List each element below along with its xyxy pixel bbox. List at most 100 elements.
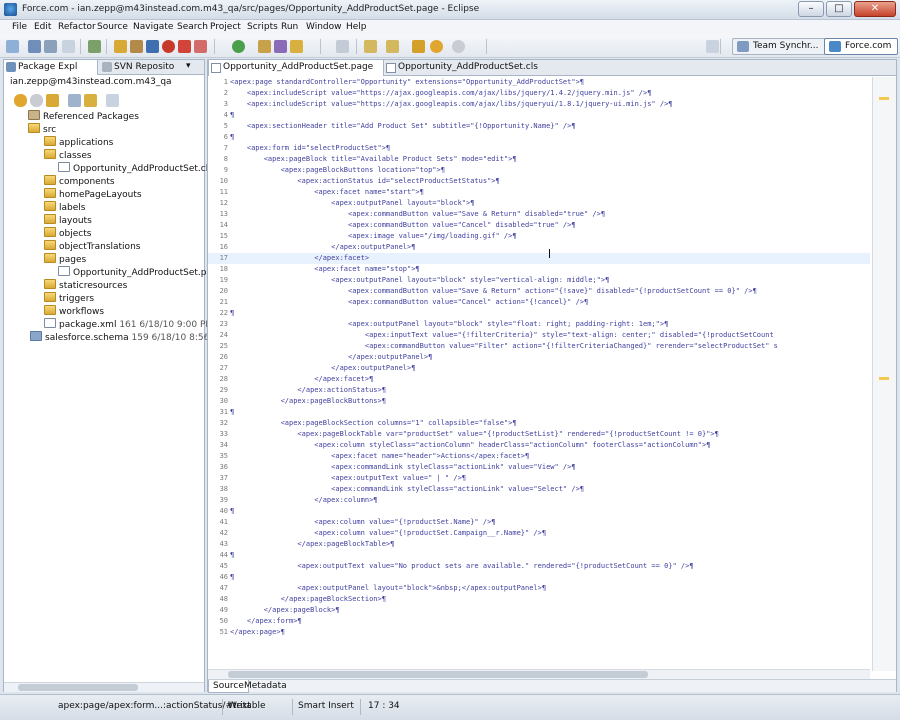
code-line[interactable]: 7 <apex:form id="selectProductSet">¶ <box>208 143 870 154</box>
tree-item-pages[interactable]: pages <box>44 253 86 266</box>
tree-item-objecttranslations[interactable]: objectTranslations <box>44 240 140 253</box>
code-line[interactable]: 1 <apex:page standardController="Opportun… <box>208 77 870 88</box>
minimize-button[interactable]: – <box>798 1 824 17</box>
back-icon[interactable] <box>14 94 27 107</box>
code-line[interactable]: 29 </apex:actionStatus>¶ <box>208 385 870 396</box>
menu-window[interactable]: Window <box>306 22 342 32</box>
link-editor-icon[interactable] <box>84 94 97 107</box>
menu-search[interactable]: Search <box>177 22 208 32</box>
tree-item-workflows[interactable]: workflows <box>44 305 104 318</box>
menu-project[interactable]: Project <box>210 22 241 32</box>
code-line[interactable]: 5 <apex:sectionHeader title="Add Product… <box>208 121 870 132</box>
tree-item-classes[interactable]: classes <box>44 149 92 162</box>
code-line[interactable]: 41 <apex:column value="{!productSet.Name… <box>208 517 870 528</box>
code-line[interactable]: 43 </apex:pageBlockTable>¶ <box>208 539 870 550</box>
perspective-force-com[interactable]: Force.com <box>824 38 899 55</box>
code-line[interactable]: 48 </apex:pageBlockSection>¶ <box>208 594 870 605</box>
tab-class-file[interactable]: Opportunity_AddProductSet.cls <box>384 60 550 76</box>
code-line[interactable]: 2 <apex:includeScript value="https://aja… <box>208 88 870 99</box>
code-line[interactable]: 50 </apex:form>¶ <box>208 616 870 627</box>
code-line[interactable]: 9 <apex:pageBlockButtons location="top">… <box>208 165 870 176</box>
tab-svn-repository[interactable]: SVN Reposito <box>100 60 182 75</box>
code-line[interactable]: 47 <apex:outputPanel layout="block">&nbs… <box>208 583 870 594</box>
save-all-icon[interactable] <box>44 40 57 53</box>
code-line[interactable]: 39 </apex:column>¶ <box>208 495 870 506</box>
code-line[interactable]: 24 <apex:inputText value="{!filterCriter… <box>208 330 870 341</box>
code-line[interactable]: 49 </apex:pageBlock>¶ <box>208 605 870 616</box>
code-line[interactable]: 6 ¶ <box>208 132 870 143</box>
stop-icon[interactable] <box>162 40 175 53</box>
code-line[interactable]: 32 <apex:pageBlockSection columns="1" co… <box>208 418 870 429</box>
code-line[interactable]: 21 <apex:commandButton value="Cancel" ac… <box>208 297 870 308</box>
code-line[interactable]: 40 ¶ <box>208 506 870 517</box>
tree-item-components[interactable]: components <box>44 175 115 188</box>
run-icon[interactable] <box>194 40 207 53</box>
code-line[interactable]: 4 ¶ <box>208 110 870 121</box>
scrollbar-thumb[interactable] <box>18 684 138 691</box>
code-line[interactable]: 28 </apex:facet>¶ <box>208 374 870 385</box>
run-as-icon[interactable] <box>232 40 245 53</box>
open-folder-icon[interactable] <box>114 40 127 53</box>
maximize-button[interactable]: □ <box>826 1 852 17</box>
code-line[interactable]: 26 </apex:outputPanel>¶ <box>208 352 870 363</box>
code-line[interactable]: 34 <apex:column styleClass="actionColumn… <box>208 440 870 451</box>
collapse-all-icon[interactable] <box>68 94 81 107</box>
code-line[interactable]: 46 ¶ <box>208 572 870 583</box>
code-line[interactable]: 44 ¶ <box>208 550 870 561</box>
code-line[interactable]: 16 </apex:outputPanel>¶ <box>208 242 870 253</box>
code-line[interactable]: 8 <apex:pageBlock title="Available Produ… <box>208 154 870 165</box>
external-tools-icon[interactable] <box>258 40 271 53</box>
last-edit-icon[interactable] <box>412 40 425 53</box>
tree-item-class-file[interactable]: Opportunity_AddProductSet.cls <box>58 162 213 175</box>
print-icon[interactable] <box>62 40 75 53</box>
tree-item-triggers[interactable]: triggers <box>44 292 94 305</box>
up-icon[interactable] <box>46 94 59 107</box>
code-line[interactable]: 30 </apex:pageBlockButtons>¶ <box>208 396 870 407</box>
tab-page-file[interactable]: Opportunity_AddProductSet.page <box>208 60 384 76</box>
prev-annotation-icon[interactable] <box>386 40 399 53</box>
code-line[interactable]: 15 <apex:image value="/img/loading.gif" … <box>208 231 870 242</box>
menu-scripts[interactable]: Scripts <box>247 22 278 32</box>
annotation-marker[interactable] <box>879 377 889 380</box>
tree-item-homepagelayouts[interactable]: homePageLayouts <box>44 188 142 201</box>
scrollbar-thumb[interactable] <box>228 671 648 678</box>
code-line[interactable]: 25 <apex:commandButton value="Filter" ac… <box>208 341 870 352</box>
pencil-icon[interactable] <box>290 40 303 53</box>
code-line[interactable]: 35 <apex:facet name="header">Actions</ap… <box>208 451 870 462</box>
code-line[interactable]: 38 <apex:commandLink styleClass="actionL… <box>208 484 870 495</box>
forward-icon[interactable] <box>452 40 465 53</box>
next-annotation-icon[interactable] <box>364 40 377 53</box>
code-line[interactable]: 51 </apex:page>¶ <box>208 627 870 638</box>
code-line[interactable]: 27 </apex:outputPanel>¶ <box>208 363 870 374</box>
code-line[interactable]: 31 ¶ <box>208 407 870 418</box>
menu-refactor[interactable]: Refactor <box>58 22 96 32</box>
code-line[interactable]: 36 <apex:commandLink styleClass="actionL… <box>208 462 870 473</box>
tree-item-src[interactable]: src <box>28 123 56 136</box>
code-line[interactable]: 20 <apex:commandButton value="Save & Ret… <box>208 286 870 297</box>
close-button[interactable]: ✕ <box>854 1 896 17</box>
refresh-icon[interactable] <box>130 40 143 53</box>
code-line[interactable]: 18 <apex:facet name="stop">¶ <box>208 264 870 275</box>
menu-navigate[interactable]: Navigate <box>133 22 173 32</box>
tree-item-page-file[interactable]: Opportunity_AddProductSet.page <box>58 266 223 279</box>
new-icon[interactable] <box>6 40 19 53</box>
tab-package-explorer[interactable]: Package Expl <box>4 60 98 75</box>
menu-help[interactable]: Help <box>346 22 367 32</box>
code-line[interactable]: 33 <apex:pageBlockTable var="productSet"… <box>208 429 870 440</box>
chevron-down-icon[interactable] <box>336 40 349 53</box>
tree-item-applications[interactable]: applications <box>44 136 113 149</box>
code-line[interactable]: 17 </apex:facet> <box>208 253 870 264</box>
forward-icon[interactable] <box>30 94 43 107</box>
tree-item-referenced-packages[interactable]: Referenced Packages <box>28 110 139 123</box>
view-menu-icon[interactable] <box>106 94 119 107</box>
code-line[interactable]: 45 <apex:outputText value="No product se… <box>208 561 870 572</box>
sync-icon[interactable] <box>146 40 159 53</box>
menu-file[interactable]: File <box>12 22 27 32</box>
tree-item-layouts[interactable]: layouts <box>44 214 92 227</box>
back-icon[interactable] <box>430 40 443 53</box>
debug-icon[interactable] <box>178 40 191 53</box>
tree-item-labels[interactable]: labels <box>44 201 85 214</box>
menu-edit[interactable]: Edit <box>34 22 51 32</box>
explorer-horizontal-scrollbar[interactable] <box>4 682 204 692</box>
annotation-marker[interactable] <box>879 97 889 100</box>
